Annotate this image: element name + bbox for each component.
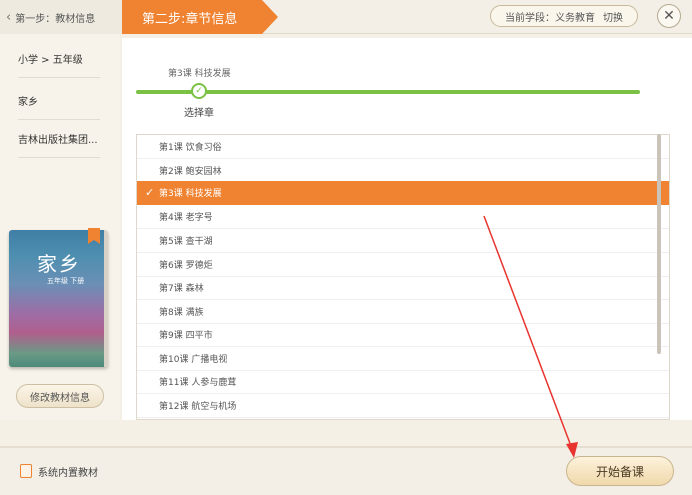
- lesson-label: 第5课 查干湖: [159, 237, 213, 247]
- step1-back-tab[interactable]: ‹ 第一步：教材信息: [0, 0, 122, 34]
- progress-track: [136, 90, 640, 94]
- lesson-item-2[interactable]: 第2课 鲍安园林: [137, 159, 669, 183]
- lesson-item-10[interactable]: 第10课 广播电视: [137, 347, 669, 371]
- lesson-list: 第1课 饮食习俗 第2课 鲍安园林 ✓ 第3课 科技发展 第4课 老字号 第5课 …: [136, 134, 670, 420]
- book-cover-subtitle: 五年级 下册: [47, 277, 85, 285]
- check-icon: ✓: [145, 186, 155, 199]
- check-icon: ✓: [191, 83, 207, 99]
- book-icon: [20, 464, 32, 478]
- lesson-label: 第3课 科技发展: [159, 189, 222, 199]
- main-content: 第3课 科技发展 ✓ 选择章 第1课 饮食习俗 第2课 鲍安园林 ✓ 第3课 科技…: [122, 38, 692, 420]
- stage-label: 当前学段：义务教育: [505, 12, 595, 24]
- lesson-item-9[interactable]: 第9课 四平市: [137, 323, 669, 347]
- start-lesson-prep-button[interactable]: 开始备课: [566, 456, 674, 486]
- step1-label: 第一步：教材信息: [15, 13, 96, 25]
- step2-tab: 第二步:章节信息: [122, 0, 278, 34]
- lesson-label: 第11课 人参与鹿茸: [159, 378, 237, 388]
- lesson-label: 第2课 鲍安园林: [159, 167, 222, 177]
- lesson-item-4[interactable]: 第4课 老字号: [137, 205, 669, 229]
- edit-book-info-button[interactable]: 修改教材信息: [16, 384, 104, 408]
- lesson-label: 第7课 森林: [159, 284, 204, 294]
- sidebar-item-book-name: 家乡: [18, 82, 100, 120]
- lesson-label: 第6课 罗德炬: [159, 261, 213, 271]
- lesson-item-3[interactable]: ✓ 第3课 科技发展: [137, 181, 669, 205]
- lesson-item-11[interactable]: 第11课 人参与鹿茸: [137, 370, 669, 394]
- lesson-item-7[interactable]: 第7课 森林: [137, 276, 669, 300]
- progress-current-lesson: 第3课 科技发展: [168, 69, 231, 79]
- sidebar-item-publisher: 吉林出版社集团...: [18, 120, 100, 158]
- progress-caption: 选择章: [184, 108, 214, 119]
- close-icon[interactable]: ✕: [657, 4, 681, 28]
- book-cover: 家乡 五年级 下册: [9, 228, 108, 367]
- switch-stage-link[interactable]: 切换: [603, 9, 623, 24]
- book-cover-title: 家乡: [37, 252, 81, 276]
- lesson-list-scrollbar[interactable]: [657, 134, 661, 354]
- lesson-label: 第8课 满族: [159, 308, 204, 318]
- lesson-item-5[interactable]: 第5课 查干湖: [137, 229, 669, 253]
- lesson-label: 第10课 广播电视: [159, 355, 228, 365]
- lesson-item-8[interactable]: 第8课 满族: [137, 300, 669, 324]
- chevron-left-icon: ‹: [6, 9, 12, 25]
- lesson-label: 第9课 四平市: [159, 331, 213, 341]
- sidebar-item-grade: 小学 > 五年级: [18, 40, 100, 78]
- bookmark-icon: [88, 228, 100, 244]
- system-textbook-label[interactable]: 系统内置教材: [38, 464, 98, 479]
- lesson-label: 第4课 老字号: [159, 213, 213, 223]
- lesson-label: 第12课 航空与机场: [159, 402, 237, 412]
- lesson-item-6[interactable]: 第6课 罗德炬: [137, 253, 669, 277]
- lesson-item-12[interactable]: 第12课 航空与机场: [137, 394, 669, 418]
- step2-label: 第二步:章节信息: [142, 11, 238, 27]
- lesson-label: 第1课 饮食习俗: [159, 143, 222, 153]
- lesson-item-1[interactable]: 第1课 饮食习俗: [137, 135, 669, 159]
- stage-selector[interactable]: 当前学段：义务教育 切换: [490, 5, 638, 27]
